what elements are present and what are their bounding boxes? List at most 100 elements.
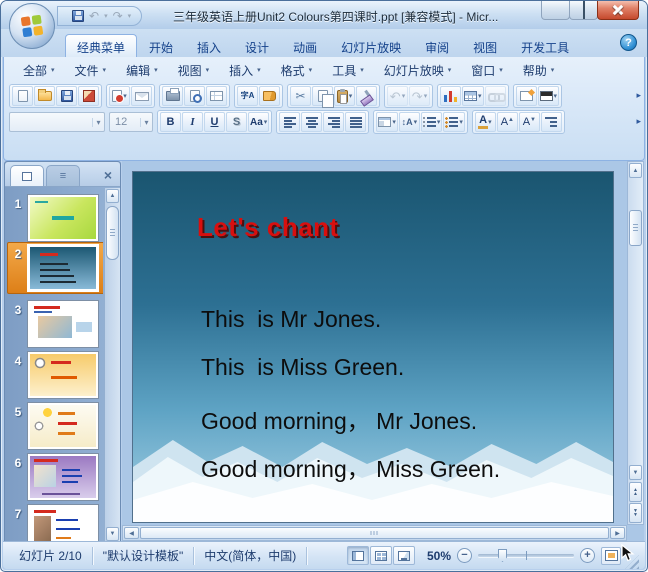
tab-classic-menu[interactable]: 经典菜单 xyxy=(65,34,138,57)
language-label[interactable]: 中文(简体，中国) xyxy=(194,547,306,564)
tab-animations[interactable]: 动画 xyxy=(281,34,329,57)
new-button[interactable] xyxy=(12,86,33,106)
fit-to-window-button[interactable] xyxy=(601,546,621,565)
align-right-button[interactable] xyxy=(323,112,345,132)
horizontal-scrollbar-thumb[interactable] xyxy=(140,527,609,539)
save-button[interactable] xyxy=(56,86,77,106)
sidebar-thumbnail-5[interactable]: 5 xyxy=(9,402,103,450)
font-size-combo[interactable]: 12 ▾ xyxy=(109,112,153,132)
print-preview-button[interactable] xyxy=(184,86,205,106)
menu-item-view[interactable]: 视图 ▾ xyxy=(169,59,219,82)
scroll-right-icon[interactable]: ▶ xyxy=(610,527,625,539)
slideshow-view-button[interactable] xyxy=(392,546,415,565)
scroll-up-icon[interactable]: ▲ xyxy=(106,189,119,203)
sidebar-scrollbar-thumb[interactable] xyxy=(106,206,119,260)
outline-tab[interactable]: ≡ xyxy=(46,165,80,186)
align-left-button[interactable] xyxy=(279,112,301,132)
email-button[interactable] xyxy=(131,86,152,106)
toolbar-overflow-icon[interactable]: ▸ xyxy=(636,116,641,127)
close-pane-icon[interactable]: × xyxy=(104,168,112,182)
previous-slide-button[interactable] xyxy=(629,482,642,502)
undo-icon[interactable]: ↶ xyxy=(89,10,99,22)
slides-tab[interactable] xyxy=(10,165,44,186)
sidebar-thumbnail-4[interactable]: 4 xyxy=(9,351,103,399)
toolbar-overflow-icon[interactable]: ▸ xyxy=(636,90,641,101)
scroll-left-icon[interactable]: ◀ xyxy=(124,527,139,539)
line-spacing-button[interactable]: ↕A ▾ xyxy=(398,112,420,132)
sidebar-thumbnail-3[interactable]: 3 xyxy=(9,300,103,348)
align-center-button[interactable] xyxy=(301,112,323,132)
bullet-list-button[interactable]: ▾ xyxy=(443,112,465,132)
menu-item-insert[interactable]: 插入 ▾ xyxy=(220,59,270,82)
zoom-out-button[interactable]: − xyxy=(457,548,472,563)
scroll-up-icon[interactable]: ▲ xyxy=(629,163,642,178)
undo-button[interactable]: ↶ ▾ xyxy=(387,86,408,106)
slide-text-line[interactable]: This is Mr Jones. xyxy=(201,306,381,333)
italic-button[interactable]: I xyxy=(182,112,203,132)
help-icon[interactable]: ? xyxy=(620,34,637,51)
format-painter-button[interactable] xyxy=(356,86,377,106)
tab-view[interactable]: 视图 xyxy=(461,34,509,57)
research-button[interactable] xyxy=(259,86,280,106)
qat-customize-icon[interactable]: ▾ xyxy=(128,12,132,20)
redo-button[interactable]: ↷ ▾ xyxy=(409,86,430,106)
zoom-slider[interactable] xyxy=(478,548,574,563)
office-button[interactable] xyxy=(9,3,55,49)
menu-item-window[interactable]: 窗口 ▾ xyxy=(462,59,512,82)
slide-design-button[interactable] xyxy=(515,86,537,106)
text-shadow-button[interactable]: S xyxy=(226,112,247,132)
tab-insert[interactable]: 插入 xyxy=(185,34,233,57)
menu-item-all[interactable]: 全部 ▾ xyxy=(14,59,64,82)
slide-text-line[interactable]: Good morning， Mr Jones. xyxy=(201,402,477,436)
sidebar-thumbnail-2[interactable]: 2 xyxy=(7,242,103,294)
minimize-button[interactable] xyxy=(541,1,570,20)
zoom-level[interactable]: 50% xyxy=(427,549,451,563)
bold-button[interactable]: B xyxy=(160,112,181,132)
redo-icon[interactable]: ↷ xyxy=(113,10,123,22)
tab-review[interactable]: 审阅 xyxy=(413,34,461,57)
menu-item-help[interactable]: 帮助 ▾ xyxy=(514,59,564,82)
slide-title[interactable]: Let's chant xyxy=(197,212,339,243)
insert-table-button[interactable]: ▾ xyxy=(462,86,484,106)
slide-text-line[interactable]: This is Miss Green. xyxy=(201,354,404,381)
slide-layout-button[interactable]: ▾ xyxy=(376,112,398,132)
next-slide-button[interactable] xyxy=(629,503,642,523)
sidebar-scrollbar[interactable]: ▲ ▼ xyxy=(104,188,120,542)
slide-text-line[interactable]: Good morning， Miss Green. xyxy=(201,450,500,484)
indent-button[interactable] xyxy=(540,112,562,132)
scroll-down-icon[interactable]: ▼ xyxy=(106,527,119,541)
cut-button[interactable]: ✂ xyxy=(290,86,311,106)
zoom-in-button[interactable]: + xyxy=(580,548,595,563)
zoom-slider-handle[interactable] xyxy=(498,549,507,562)
page-setup-button[interactable] xyxy=(206,86,227,106)
shrink-font-button[interactable]: A xyxy=(518,112,540,132)
menu-item-tools[interactable]: 工具 ▾ xyxy=(323,59,373,82)
save-icon[interactable] xyxy=(72,10,84,22)
grow-font-button[interactable]: A xyxy=(496,112,518,132)
normal-view-button[interactable] xyxy=(346,546,369,565)
underline-button[interactable]: U xyxy=(204,112,225,132)
menu-item-edit[interactable]: 编辑 ▾ xyxy=(117,59,167,82)
sidebar-thumbnail-7[interactable]: 7 xyxy=(9,504,103,542)
slide-canvas[interactable]: Let's chant This is Mr Jones. This is Mi… xyxy=(132,171,614,523)
tab-slideshow[interactable]: 幻灯片放映 xyxy=(329,34,413,57)
close-button[interactable] xyxy=(597,1,639,20)
print-button[interactable] xyxy=(162,86,183,106)
insert-chart-button[interactable] xyxy=(440,86,461,106)
horizontal-scrollbar[interactable]: ◀ ▶ xyxy=(122,525,627,541)
save-as-picture-button[interactable] xyxy=(78,86,99,106)
numbered-list-button[interactable]: ▾ xyxy=(420,112,443,132)
permission-button[interactable]: ▾ xyxy=(109,86,130,106)
color-scheme-button[interactable]: ▾ xyxy=(537,86,560,106)
paste-button[interactable]: ▾ xyxy=(334,86,355,106)
menu-item-file[interactable]: 文件 ▾ xyxy=(66,59,116,82)
font-color-button[interactable]: A ▾ xyxy=(474,112,496,132)
hyperlink-button[interactable] xyxy=(484,86,506,106)
font-name-combo[interactable]: ▾ xyxy=(9,112,105,132)
copy-button[interactable] xyxy=(312,86,334,108)
design-template-label[interactable]: "默认设计模板" xyxy=(93,547,194,564)
undo-dropdown-icon[interactable]: ▾ xyxy=(104,12,108,20)
tab-developer[interactable]: 开发工具 xyxy=(509,34,581,57)
open-button[interactable] xyxy=(34,86,55,106)
spell-check-button[interactable]: 字A xyxy=(237,86,258,106)
